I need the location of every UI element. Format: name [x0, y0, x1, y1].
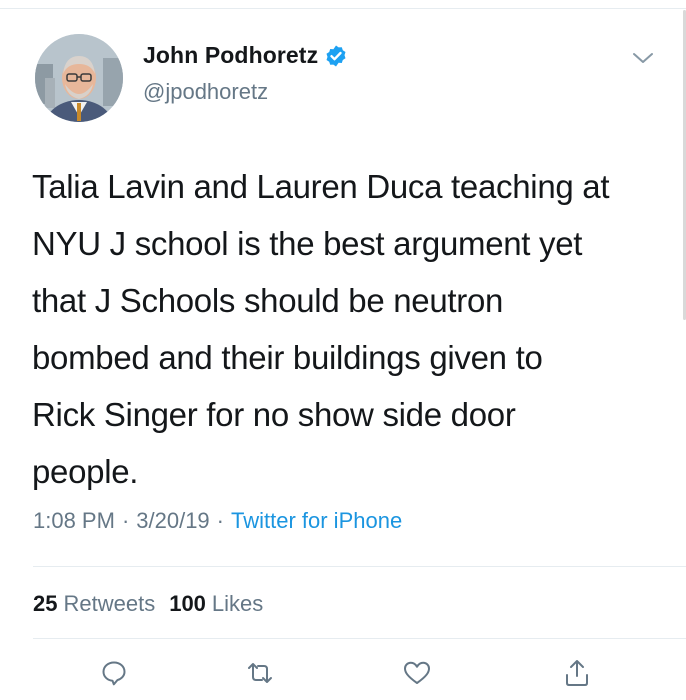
stats-top-divider [33, 566, 686, 567]
tweet-text-line: Rick Singer for no show side door [32, 396, 516, 433]
retweet-icon[interactable] [243, 656, 277, 690]
tweet-source-link[interactable]: Twitter for iPhone [231, 508, 402, 534]
tweet-text-line: Talia Lavin and Lauren Duca teaching at [32, 168, 610, 205]
share-icon[interactable] [560, 656, 594, 690]
avatar[interactable] [35, 34, 123, 122]
tweet-time[interactable]: 1:08 PM [33, 508, 115, 534]
avatar-image [35, 34, 123, 122]
chevron-down-icon[interactable] [630, 48, 656, 68]
verified-badge-icon [324, 44, 348, 68]
tweet-text-line: people. [32, 453, 139, 490]
stats-bottom-divider [33, 638, 686, 639]
engagement-stats: 25 Retweets 100 Likes [33, 591, 277, 617]
retweets-count[interactable]: 25 [33, 591, 57, 617]
tweet-date[interactable]: 3/20/19 [136, 508, 209, 534]
meta-separator: · [121, 508, 130, 533]
likes-label[interactable]: Likes [212, 591, 263, 617]
meta-separator: · [216, 508, 224, 533]
reply-icon[interactable] [97, 656, 131, 690]
tweet-metadata: 1:08 PM · 3/20/19 · Twitter for iPhone [33, 508, 402, 534]
tweet-text: Talia Lavin and Lauren Duca teaching at … [32, 158, 672, 500]
likes-count[interactable]: 100 [169, 591, 206, 617]
heart-icon[interactable] [400, 656, 434, 690]
tweet-text-line: bombed and their buildings given to [32, 339, 543, 376]
user-handle[interactable]: @jpodhoretz [143, 79, 268, 105]
retweets-label[interactable]: Retweets [63, 591, 155, 617]
author-name-row[interactable]: John Podhoretz [143, 42, 348, 69]
tweet-text-line: that J Schools should be neutron [32, 282, 504, 319]
top-divider [0, 8, 686, 9]
tweet-text-line: NYU J school is the best argument yet [32, 225, 583, 262]
display-name[interactable]: John Podhoretz [143, 42, 318, 69]
tweet-actions-bar [0, 656, 686, 700]
